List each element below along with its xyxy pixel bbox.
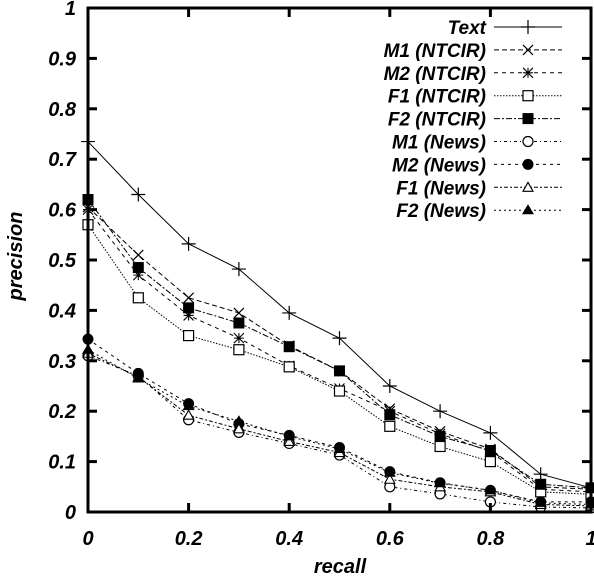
legend-entry: M1 (News) [392,133,562,154]
legend-entry: F2 (NTCIR) [388,110,562,131]
data-point [384,409,396,421]
y-tick-label: 0.9 [48,48,77,70]
y-tick-label: 0.5 [48,250,77,272]
legend-label: F2 (News) [396,201,486,222]
data-point [434,440,446,453]
data-point [283,361,295,373]
series-line [87,355,592,509]
legend-entry: F2 (News) [396,201,562,222]
x-tick-label: 0.4 [275,528,303,550]
data-point [233,332,245,344]
x-axis-label: recall [314,556,367,578]
legend-entry: M1 (NTCIR) [384,41,562,62]
data-point [283,341,295,353]
series-layer [81,134,594,514]
series-line [87,338,591,503]
data-point [132,292,144,304]
legend-label: M2 (News) [392,155,486,176]
x-tick-label: 0.2 [175,528,203,550]
legend-label: M1 (News) [392,133,486,154]
y-tick-label: 0.1 [48,452,76,474]
x-tick-label: 0.6 [376,528,405,550]
data-point [182,409,195,420]
legend-entry: F1 (News) [396,178,562,199]
y-tick-label: 0.8 [48,99,77,121]
x-tick-label: 1 [585,528,594,550]
legend-entry: M2 (News) [392,155,562,176]
legend-marker [522,204,534,215]
legend-entry: M2 (NTCIR) [384,64,562,85]
legend-label: F1 (NTCIR) [388,87,486,108]
data-point [535,478,547,490]
data-point [183,302,195,314]
plot-frame [86,6,593,514]
data-point [484,445,496,457]
legend: TextM1 (NTCIR)M2 (NTCIR)F1 (NTCIR)F2 (NT… [384,18,562,222]
y-tick-label: 0 [65,502,76,524]
data-point [484,456,496,468]
data-point [333,385,346,397]
legend-label: F2 (NTCIR) [388,110,486,131]
y-tick-label: 0.7 [48,149,77,171]
data-point [433,404,448,419]
legend-marker [521,20,535,34]
precision-recall-chart: 0 0.1 0.2 0.3 0.4 0.5 0.6 0.7 0.8 0.9 1 0 0.2 0.4 0.6 0… [5,0,594,578]
y-tick-label: 0.3 [48,351,76,373]
data-point [384,420,396,432]
legend-marker [522,67,534,79]
data-point [183,330,195,342]
series-line [87,141,592,489]
data-point [334,365,345,377]
x-tick-label: 0 [82,528,93,550]
legend-entry: Text [448,18,562,39]
x-tick-label: 0.8 [476,528,505,550]
legend-label: Text [448,18,487,39]
data-point [434,430,446,442]
series-text [81,134,594,495]
y-tick-label: 1 [65,0,76,20]
legend-entry: F1 (NTCIR) [388,87,562,108]
legend-label: M2 (NTCIR) [384,64,486,85]
legend-marker [522,44,534,56]
y-axis-label: precision [5,212,27,302]
data-point [233,344,245,356]
legend-label: M1 (NTCIR) [384,41,486,62]
data-point [233,317,245,329]
data-point [483,425,498,440]
series-m2-news [82,333,594,508]
legend-marker [522,158,534,170]
y-tick-label: 0.6 [48,200,77,222]
legend-marker [522,113,534,125]
legend-label: F1 (News) [396,178,486,199]
y-tick-label: 0.4 [48,300,76,322]
legend-marker [522,135,534,148]
data-point [132,249,144,261]
legend-marker [522,90,534,102]
data-point [233,307,245,319]
data-point [132,262,144,274]
y-tick-label: 0.2 [48,401,76,423]
data-point [183,292,195,304]
